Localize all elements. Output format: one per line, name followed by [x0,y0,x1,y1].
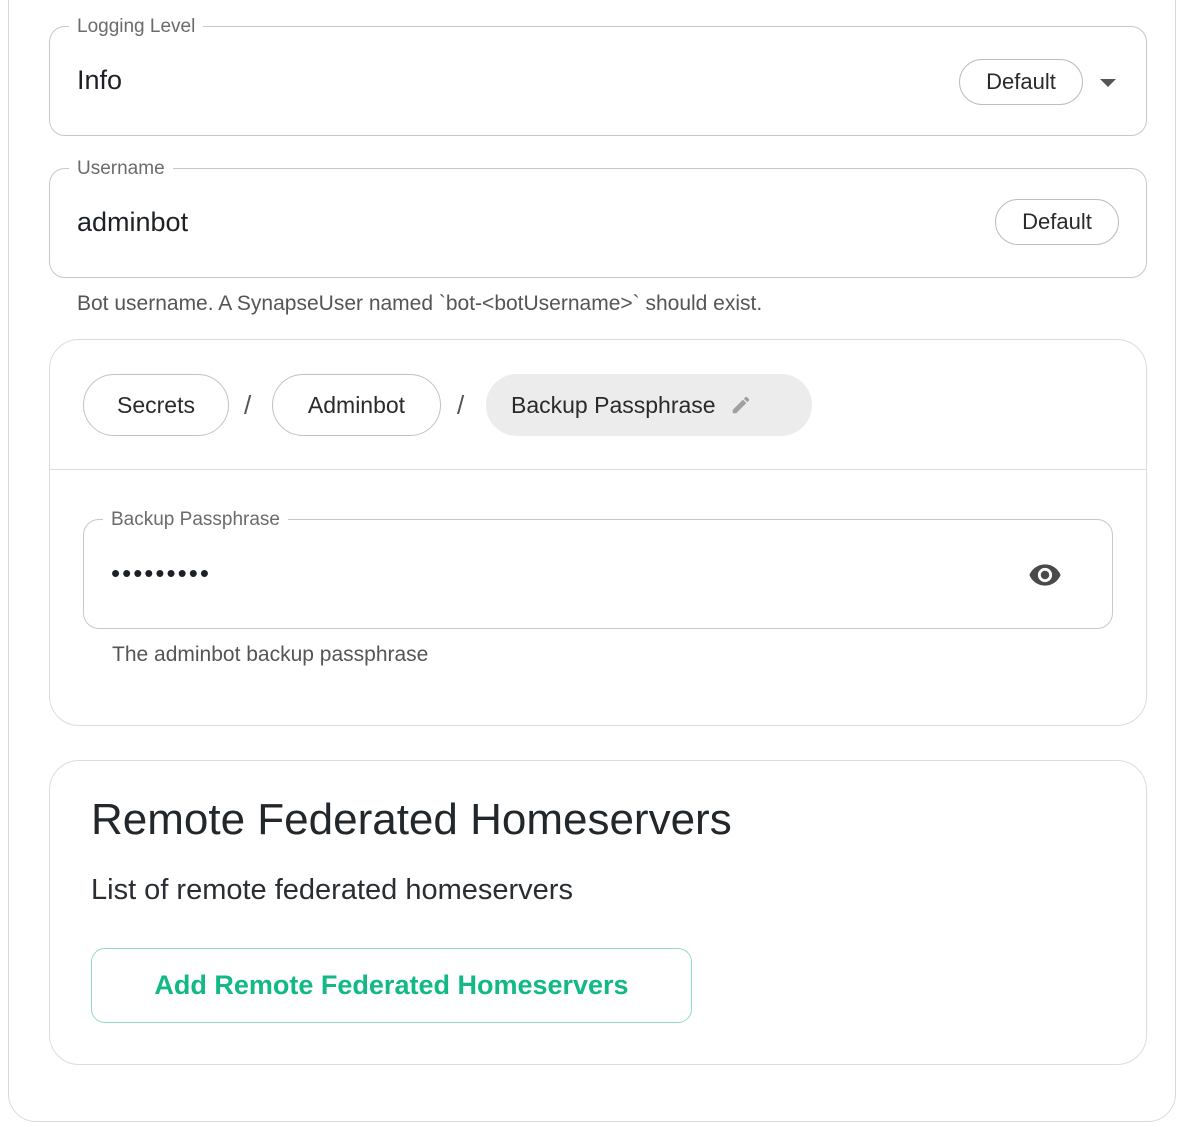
logging-level-label: Logging Level [69,16,204,38]
username-label: Username [69,158,173,180]
logging-level-select[interactable]: Logging Level Info Default [49,16,1147,136]
username-value: adminbot [77,207,189,237]
federation-description: List of remote federated homeservers [91,874,573,906]
federation-title: Remote Federated Homeservers [91,795,732,844]
logging-level-default-chip[interactable]: Default [959,59,1083,105]
logging-level-value: Info [77,65,123,95]
backup-passphrase-helper-text: The adminbot backup passphrase [112,643,429,666]
pencil-icon[interactable] [730,394,752,416]
username-default-chip[interactable]: Default [995,199,1119,245]
backup-passphrase-field[interactable]: Backup Passphrase ••••••••• [83,509,1113,629]
chevron-down-icon[interactable] [1100,79,1116,87]
backup-passphrase-label: Backup Passphrase [103,509,288,531]
breadcrumb-separator: / [457,390,465,420]
breadcrumb-backup-passphrase-label: Backup Passphrase [511,391,716,418]
breadcrumb-backup-passphrase[interactable]: Backup Passphrase [486,374,812,436]
username-helper-text: Bot username. A SynapseUser named `bot-<… [77,292,763,315]
backup-passphrase-value: ••••••••• [111,558,211,588]
add-remote-federated-homeservers-button[interactable]: Add Remote Federated Homeservers [91,948,692,1023]
username-field[interactable]: Username adminbot Default [49,158,1147,278]
card-divider [50,469,1146,470]
breadcrumb-separator: / [244,390,252,420]
eye-icon[interactable] [1022,558,1068,592]
breadcrumb-secrets[interactable]: Secrets [83,374,229,436]
breadcrumb-adminbot[interactable]: Adminbot [272,374,441,436]
